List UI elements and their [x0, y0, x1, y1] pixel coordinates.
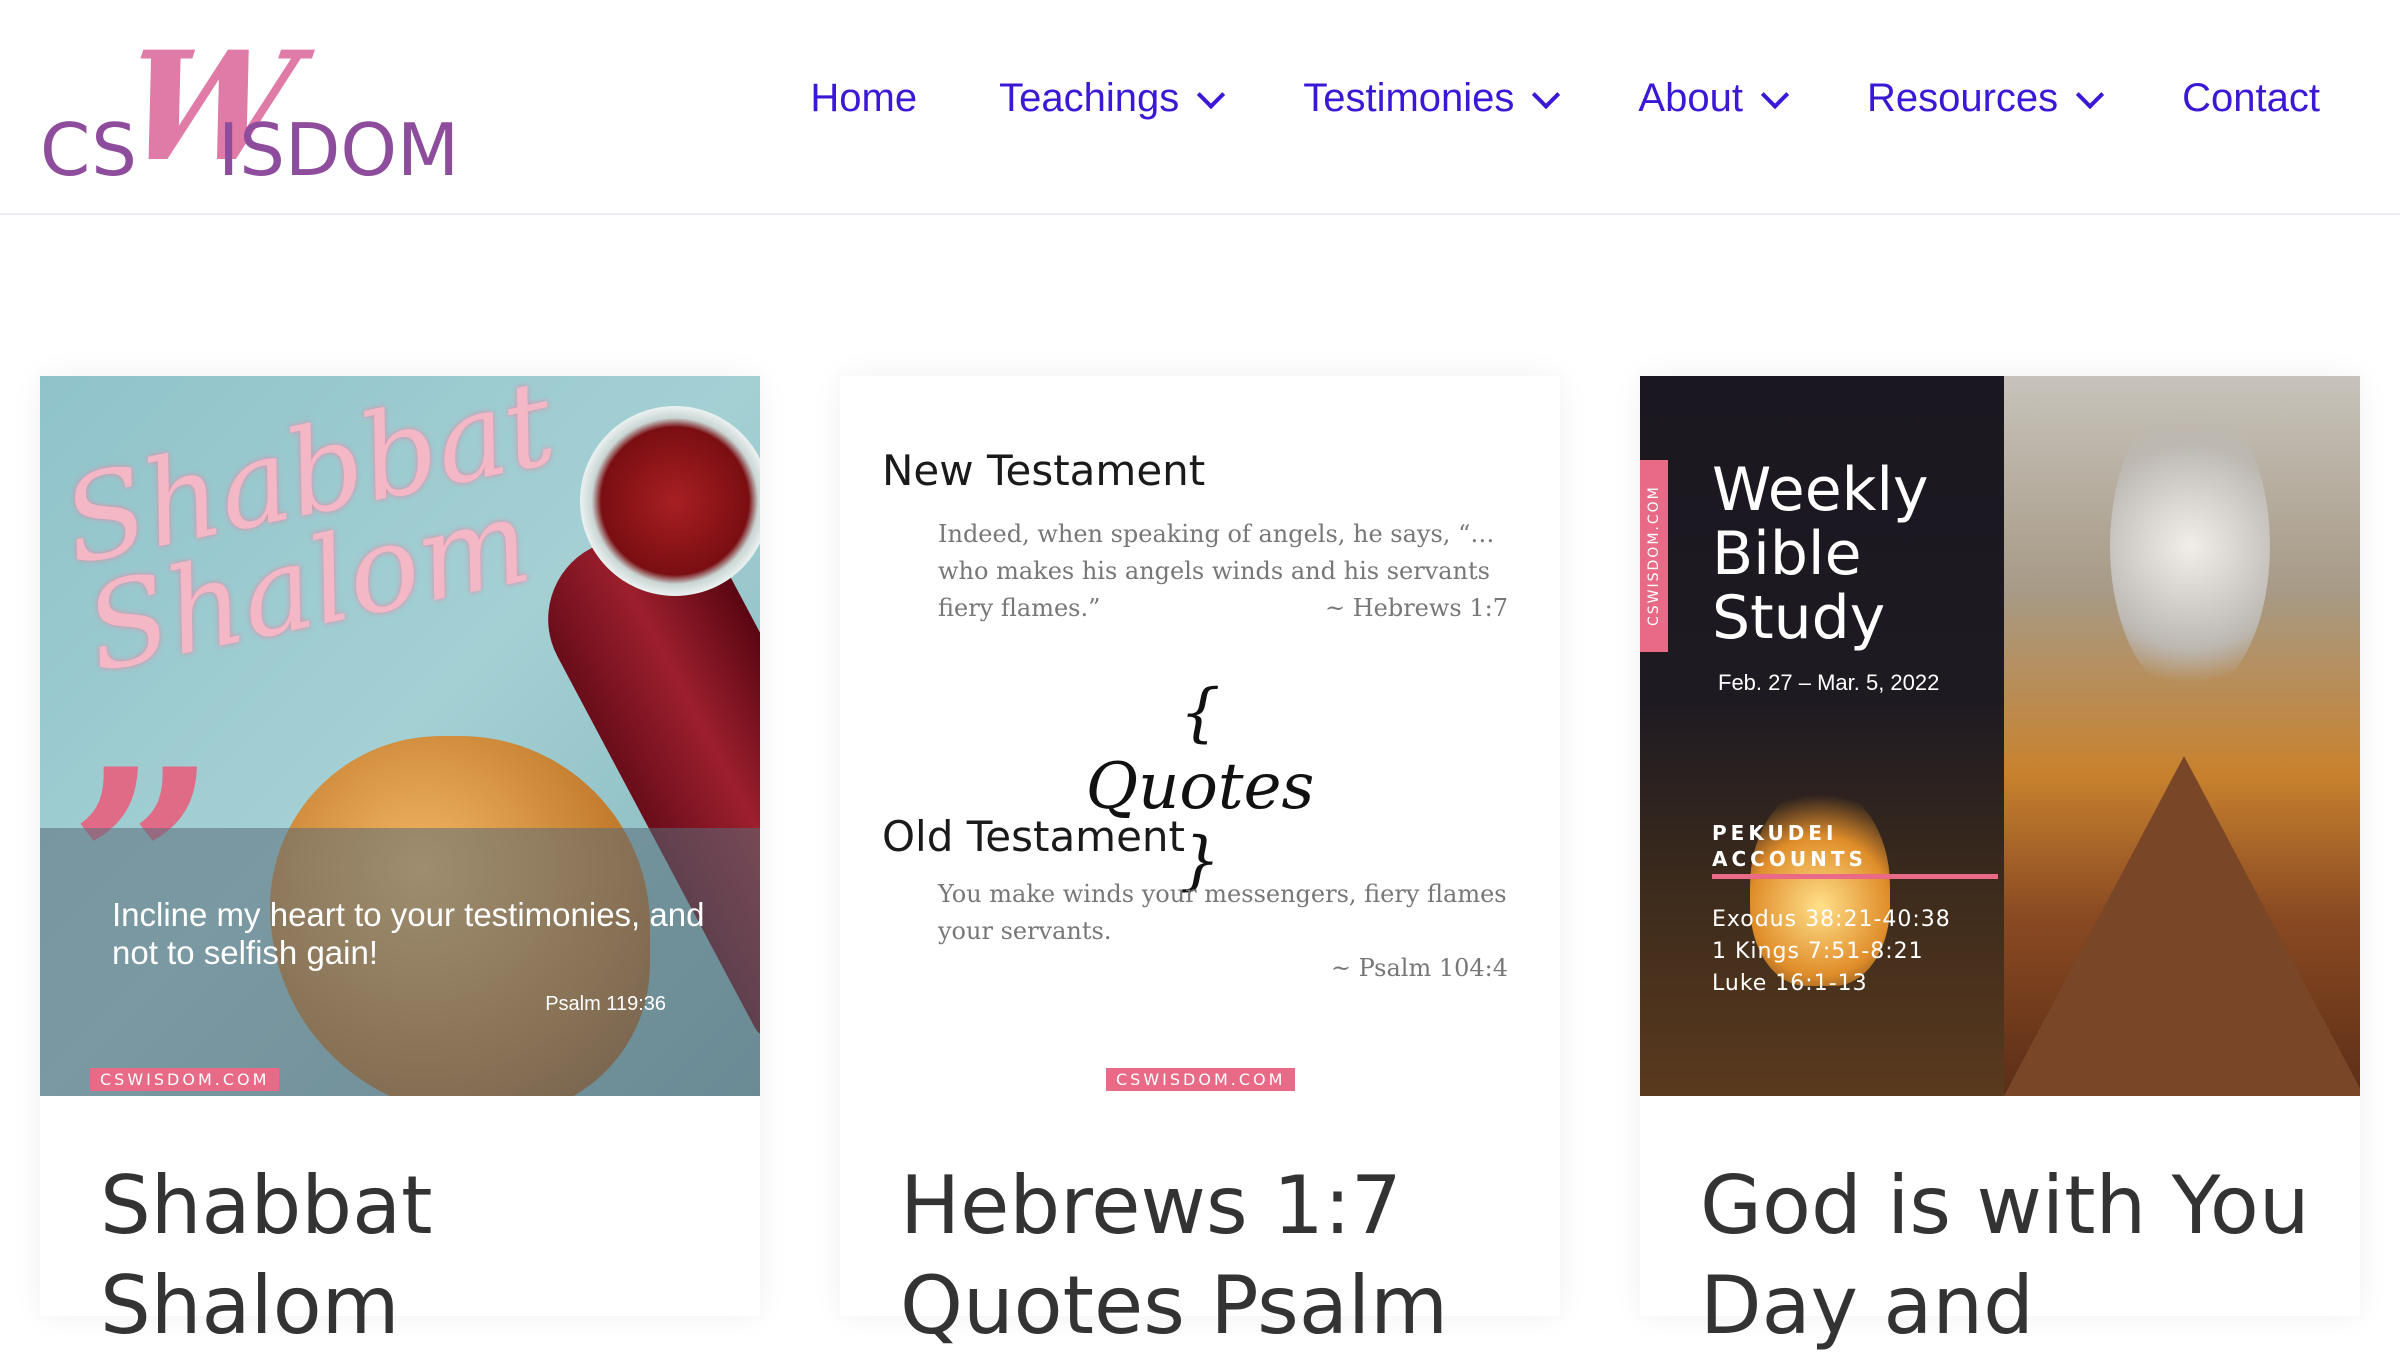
- post-title[interactable]: God is with You Day and: [1700, 1156, 2320, 1356]
- quotes-script-label: { Quotes }: [1085, 676, 1315, 898]
- reading-item: Luke 16:1-13: [1712, 971, 1868, 996]
- verse-reference: Psalm 119:36: [545, 993, 666, 1015]
- quote-text-old: You make winds your messengers, fiery fl…: [938, 880, 1507, 945]
- logo-text-isdom: ISDOM: [218, 108, 460, 192]
- nav-item-home[interactable]: Home: [810, 76, 917, 121]
- nav-item-about[interactable]: About: [1638, 76, 1790, 121]
- study-dates: Feb. 27 – Mar. 5, 2022: [1718, 670, 1940, 695]
- post-thumbnail[interactable]: Shabbat Shalom ” Incline my heart to you…: [40, 376, 760, 1096]
- chevron-down-icon: [1760, 80, 1790, 109]
- mountain-graphic: [2004, 756, 2360, 1096]
- nav-item-contact[interactable]: Contact: [2182, 76, 2320, 121]
- nav-label: About: [1638, 76, 1743, 120]
- site-header: CS W ISDOM Home Teachings Testimonies Ab…: [0, 0, 2400, 215]
- parasha-name: PEKUDEI ACCOUNTS: [1712, 821, 1867, 871]
- nav-label: Teachings: [999, 76, 1180, 120]
- nav-item-resources[interactable]: Resources: [1866, 76, 2105, 121]
- study-title: Weekly Bible Study: [1712, 455, 1929, 653]
- nav-item-testimonies[interactable]: Testimonies: [1303, 76, 1561, 121]
- smoke-cloud-graphic: [2110, 396, 2270, 696]
- reading-item: Exodus 38:21-40:38: [1712, 907, 1951, 932]
- post-card-hebrews[interactable]: New Testament Indeed, when speaking of a…: [840, 376, 1560, 1352]
- post-thumbnail[interactable]: New Testament Indeed, when speaking of a…: [840, 376, 1560, 1096]
- section-heading-old-testament: Old Testament: [882, 812, 1186, 861]
- nav-label: Testimonies: [1303, 76, 1515, 120]
- post-title[interactable]: Hebrews 1:7 Quotes Psalm: [900, 1156, 1520, 1356]
- chevron-down-icon: [1532, 80, 1561, 109]
- quote-ref-new: ~ Hebrews 1:7: [1324, 594, 1508, 622]
- post-card-god-is-with-you[interactable]: CSWISDOM.COM Weekly Bible Study Feb. 27 …: [1640, 376, 2360, 1352]
- site-logo[interactable]: CS W ISDOM: [40, 19, 459, 195]
- verse-text: Incline my heart to your testimonies, an…: [112, 896, 705, 971]
- reading-item: 1 Kings 7:51-8:21: [1712, 939, 1924, 964]
- quote-ref-old: ~ Psalm 104:4: [1330, 954, 1508, 982]
- accent-divider: [1712, 874, 1998, 879]
- nav-item-teachings[interactable]: Teachings: [999, 76, 1226, 121]
- post-title[interactable]: Shabbat Shalom: [100, 1156, 720, 1356]
- nav-label: Home: [810, 76, 918, 120]
- nav-label: Resources: [1866, 76, 2059, 120]
- post-card-shabbat[interactable]: Shabbat Shalom ” Incline my heart to you…: [40, 376, 760, 1352]
- section-heading-new-testament: New Testament: [882, 446, 1206, 495]
- reading-list: Exodus 38:21-40:38 1 Kings 7:51-8:21 Luk…: [1712, 904, 1951, 1000]
- main-nav: Home Teachings Testimonies About Resourc…: [810, 76, 2320, 121]
- site-watermark-vertical: CSWISDOM.COM: [1640, 460, 1668, 652]
- post-thumbnail[interactable]: CSWISDOM.COM Weekly Bible Study Feb. 27 …: [1640, 376, 2360, 1096]
- chevron-down-icon: [1197, 80, 1226, 109]
- site-watermark: CSWISDOM.COM: [90, 1068, 280, 1091]
- chevron-down-icon: [2075, 80, 2105, 109]
- nav-label: Contact: [2182, 76, 2320, 120]
- site-watermark: CSWISDOM.COM: [1106, 1068, 1296, 1091]
